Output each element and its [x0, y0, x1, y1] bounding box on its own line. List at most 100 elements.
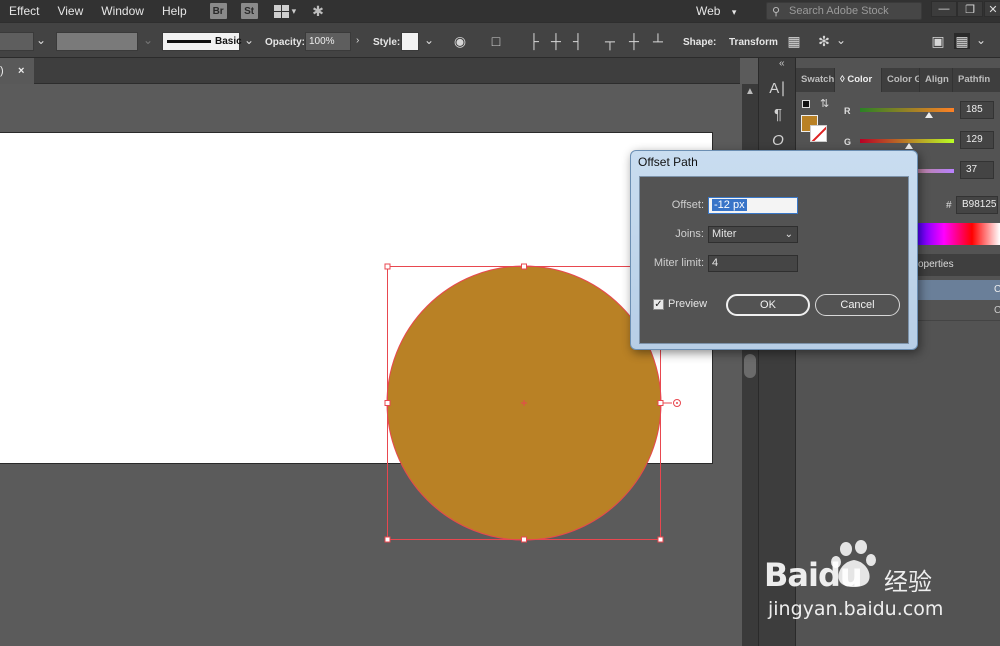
layer-row-glyph: C [994, 305, 1000, 316]
dialog-body: Offset: -12 px Joins: Miter ⌄ Miter limi… [639, 176, 909, 344]
tab-align[interactable]: Align [920, 68, 953, 92]
chevron-down-icon[interactable]: ⌄ [244, 33, 254, 47]
align-horizontal-center-icon[interactable]: ┼ [548, 33, 564, 49]
tab-pathfinder[interactable]: Pathfin [953, 68, 1000, 92]
transform-button[interactable]: Transform [729, 37, 778, 48]
align-bottom-icon[interactable]: ┴ [650, 33, 666, 49]
document-tab-label: ) [0, 65, 4, 77]
joins-value: Miter [712, 228, 737, 240]
joins-select[interactable]: Miter ⌄ [708, 226, 798, 243]
style-label: Style: [373, 37, 401, 48]
chevron-down-icon[interactable]: ⌄ [836, 33, 846, 47]
opacity-input[interactable]: 100% [305, 32, 351, 51]
tab-properties[interactable]: operties [916, 254, 1000, 276]
chevron-down-icon[interactable]: ⌄ [36, 33, 46, 47]
menu-effect[interactable]: Effect [0, 0, 48, 22]
default-colors-icon[interactable] [802, 100, 810, 108]
workspace-switcher[interactable]: Web ▾ [696, 0, 736, 22]
hex-input[interactable]: B98125 [956, 196, 998, 214]
stock-search-placeholder: Search Adobe Stock [789, 5, 889, 17]
channel-r-input[interactable]: 185 [960, 101, 994, 119]
stock-button[interactable]: St [240, 3, 258, 19]
scroll-up-arrow[interactable]: ▲ [745, 86, 755, 97]
align-left-icon[interactable]: ├ [526, 33, 542, 49]
channel-g-thumb[interactable] [905, 143, 913, 149]
character-panel-icon[interactable]: A∣ [769, 80, 787, 98]
miter-limit-label: Miter limit: [653, 257, 704, 269]
offset-value: -12 px [712, 199, 747, 211]
ok-button[interactable]: OK [726, 294, 810, 316]
align-vertical-center-icon[interactable]: ┼ [626, 33, 642, 49]
recolor-artwork-icon[interactable]: ◉ [452, 33, 468, 49]
arrange-documents-icon[interactable]: ▾ [273, 4, 296, 18]
preview-label: Preview [668, 298, 708, 310]
collapse-dock-icon[interactable]: « [779, 58, 785, 69]
search-icon: ⚲ [772, 6, 781, 18]
align-right-icon[interactable]: ┤ [570, 33, 586, 49]
color-spectrum[interactable] [916, 223, 1000, 245]
preview-checkbox[interactable]: ✓ [653, 299, 664, 310]
tab-color-guide[interactable]: Color G [882, 68, 920, 92]
cancel-button[interactable]: Cancel [815, 294, 900, 316]
layer-row[interactable]: C [916, 301, 1000, 321]
swap-colors-icon[interactable]: ⇅ [820, 97, 829, 110]
align-to-selection-icon[interactable]: □ [488, 33, 504, 49]
arrange-panels-icon[interactable]: ▣ [930, 33, 946, 49]
stroke-swatch-none[interactable] [810, 125, 827, 142]
puppet-warp-icon[interactable]: ✻ [816, 33, 832, 49]
document-tab[interactable]: ) × [0, 58, 34, 84]
dialog-title: Offset Path [638, 155, 698, 169]
close-tab-icon[interactable]: × [18, 58, 24, 84]
opentype-panel-icon[interactable]: O [769, 132, 787, 150]
variable-width-field[interactable] [56, 32, 138, 51]
restore-button[interactable]: ❐ [957, 1, 983, 17]
align-top-icon[interactable]: ┬ [602, 33, 618, 49]
document-tab-bar: ) × [0, 58, 740, 84]
hex-label: # [946, 200, 952, 211]
tab-color[interactable]: ◊ Color [835, 68, 882, 92]
watermark-brand: Baidu [764, 556, 863, 594]
close-window-button[interactable]: ✕ [984, 1, 1000, 17]
channel-b-input[interactable]: 37 [960, 161, 994, 179]
chevron-down-icon: ▾ [731, 7, 737, 17]
opacity-label: Opacity: [265, 37, 306, 48]
channel-g-input[interactable]: 129 [960, 131, 994, 149]
brush-stroke-icon [167, 40, 211, 43]
layer-row-glyph: C [994, 284, 1000, 295]
gpu-performance-icon[interactable]: ✱ [312, 3, 324, 20]
paragraph-panel-icon[interactable]: ¶ [769, 106, 787, 124]
shape-button[interactable]: Shape: [683, 37, 716, 48]
menu-help[interactable]: Help [153, 0, 196, 22]
tab-swatches[interactable]: Swatch [796, 68, 835, 92]
chevron-down-icon[interactable]: ⌄ [976, 33, 986, 47]
stroke-style-field[interactable]: Basic [162, 32, 242, 51]
channel-r-slider[interactable] [860, 108, 954, 112]
bridge-button[interactable]: Br [209, 3, 227, 19]
channel-r-label: R [844, 106, 851, 116]
offset-input[interactable]: -12 px [708, 197, 798, 214]
minimize-button[interactable]: — [931, 1, 957, 17]
tab-color-label: Color [847, 74, 873, 85]
menu-window[interactable]: Window [92, 0, 153, 22]
stock-search-input[interactable]: ⚲ Search Adobe Stock [766, 2, 922, 20]
joins-label: Joins: [675, 228, 704, 240]
chevron-down-icon[interactable]: ⌄ [424, 33, 434, 47]
scrollbar-thumb[interactable] [744, 354, 756, 378]
watermark: Baidu 经验 jingyan.baidu.com [762, 540, 998, 640]
channel-g-label: G [844, 137, 852, 147]
panel-tabs: Swatch ◊ Color Color G Align Pathfin [796, 68, 1000, 92]
stroke-weight-field[interactable] [0, 32, 34, 51]
layer-row[interactable]: C [916, 280, 1000, 300]
properties-toggle-icon[interactable]: ▦ [954, 33, 970, 49]
channel-r-thumb[interactable] [925, 112, 933, 118]
chevron-down-icon: ⌄ [784, 229, 793, 240]
pie-widget-handle[interactable] [663, 399, 681, 407]
watermark-cn: 经验 [884, 568, 932, 596]
chevron-right-icon[interactable]: › [356, 35, 359, 46]
miter-limit-input[interactable]: 4 [708, 255, 798, 272]
menu-view[interactable]: View [48, 0, 92, 22]
graphic-style-swatch[interactable] [401, 32, 419, 51]
chevron-down-icon: ⌄ [143, 33, 154, 47]
isolate-group-icon[interactable]: ▦ [786, 33, 802, 49]
watermark-url: jingyan.baidu.com [768, 598, 944, 620]
